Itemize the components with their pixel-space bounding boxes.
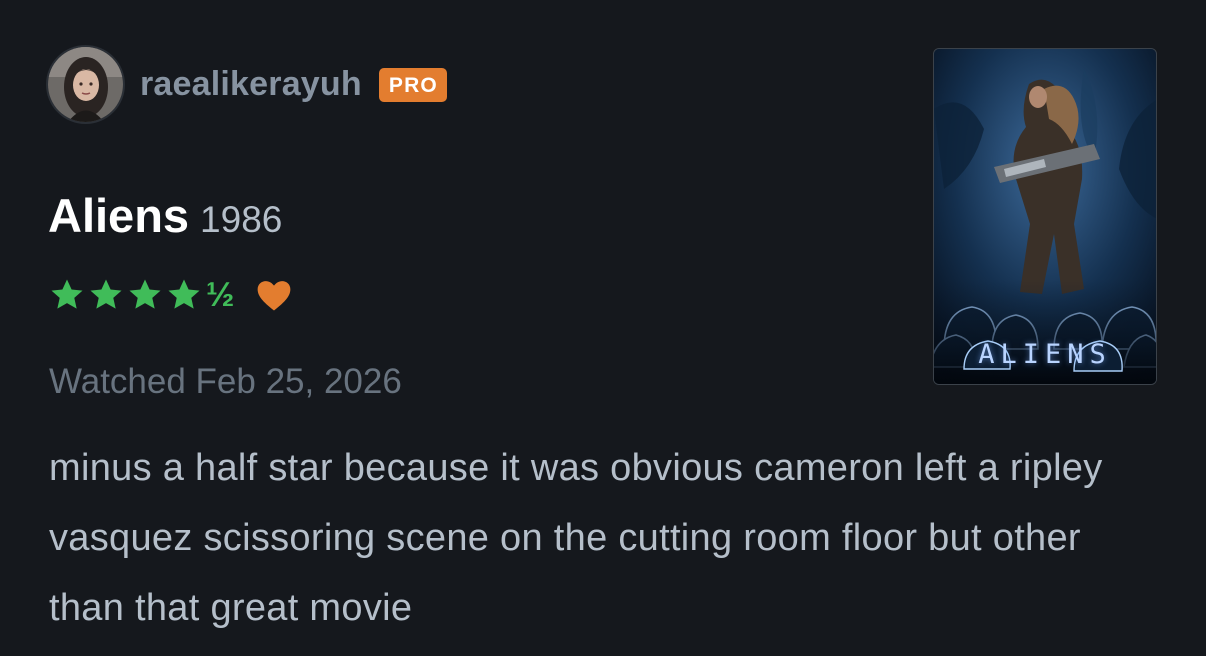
star-icon bbox=[48, 276, 86, 314]
avatar[interactable] bbox=[48, 47, 123, 122]
star-rating: ½ bbox=[48, 276, 234, 314]
username[interactable]: raealikerayuh bbox=[140, 65, 362, 104]
half-star: ½ bbox=[206, 276, 235, 314]
review-card: raealikerayuh PRO Aliens 1986 ½ Watched … bbox=[0, 0, 1206, 656]
star-icon bbox=[87, 276, 125, 314]
film-heading: Aliens 1986 bbox=[48, 188, 282, 243]
poster-title: ALIENS bbox=[978, 339, 1112, 370]
review-author[interactable]: raealikerayuh PRO bbox=[48, 47, 447, 122]
star-icon bbox=[126, 276, 164, 314]
rating-row: ½ bbox=[48, 276, 294, 314]
watched-date: Watched Feb 25, 2026 bbox=[49, 362, 402, 401]
film-title[interactable]: Aliens bbox=[48, 188, 189, 243]
pro-badge: PRO bbox=[378, 67, 447, 102]
film-year[interactable]: 1986 bbox=[200, 199, 282, 241]
review-text: minus a half star because it was obvious… bbox=[49, 447, 1103, 629]
star-icon bbox=[165, 276, 203, 314]
film-poster[interactable]: ALIENS bbox=[933, 48, 1157, 385]
heart-icon bbox=[254, 277, 294, 313]
